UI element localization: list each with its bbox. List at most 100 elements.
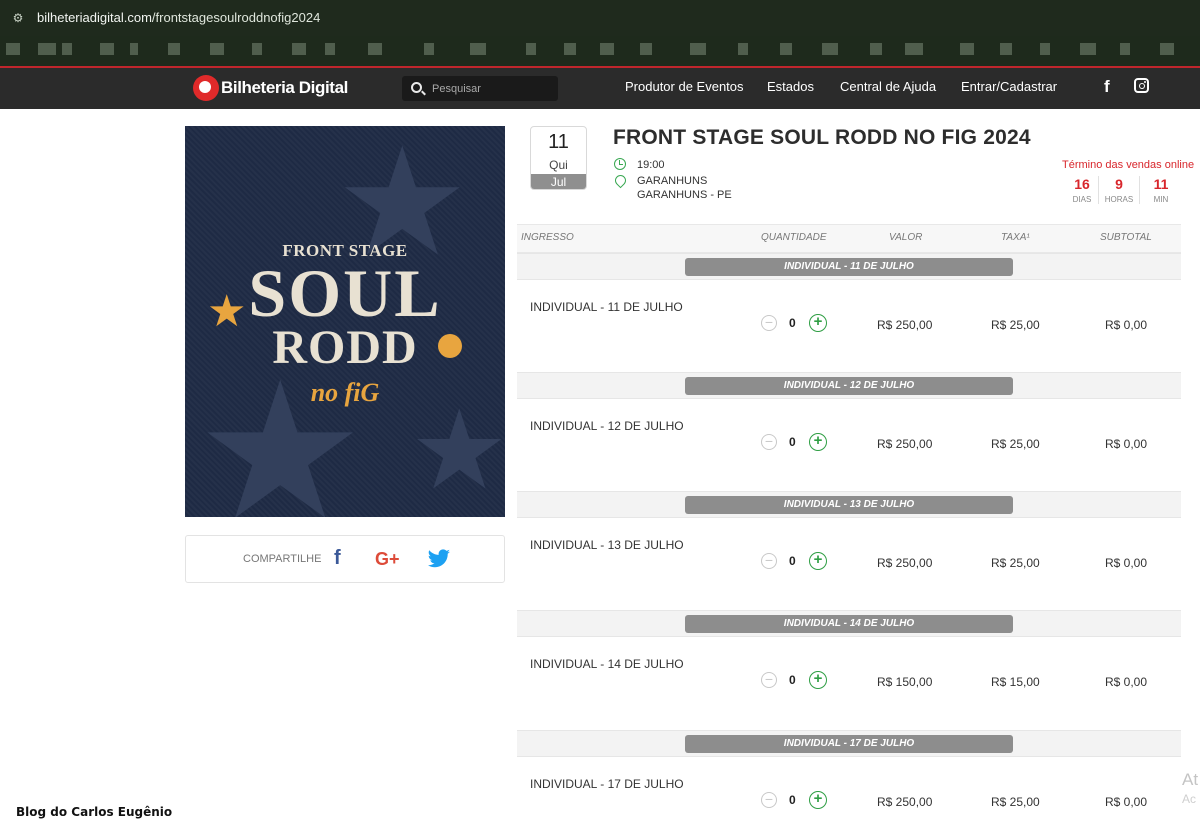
share-twitter-icon[interactable]	[427, 547, 451, 571]
quantity-value: 0	[789, 316, 796, 330]
facebook-icon[interactable]: f	[1104, 77, 1110, 97]
event-date-badge: 11 Qui Jul	[530, 126, 587, 190]
quantity-decrease-button[interactable]: −	[761, 553, 777, 569]
poster-orange-star-icon: ★	[207, 287, 247, 336]
ticket-price: R$ 250,00	[877, 437, 933, 451]
event-poster: ★ ★ ★ FRONT STAGE SOUL RODD no fiG ★	[185, 126, 505, 517]
windows-activation-text: At	[1182, 770, 1199, 789]
ticket-group-band: INDIVIDUAL - 17 DE JULHO	[517, 730, 1181, 757]
header-valor: VALOR	[889, 232, 923, 243]
share-label: COMPARTILHE	[243, 553, 322, 565]
quantity-decrease-button[interactable]: −	[761, 672, 777, 688]
nav-estados[interactable]: Estados	[767, 79, 814, 94]
ticket-group-band: INDIVIDUAL - 12 DE JULHO	[517, 372, 1181, 399]
poster-no-fig: no fiG	[310, 378, 380, 407]
ticket-group-label: INDIVIDUAL - 17 DE JULHO	[685, 735, 1013, 753]
quantity-value: 0	[789, 554, 796, 568]
map-pin-icon	[612, 172, 629, 189]
event-venue: GARANHUNS	[637, 175, 708, 187]
header-taxa: TAXA¹	[1001, 232, 1030, 243]
quantity-value: 0	[789, 793, 796, 807]
header-quantidade: QUANTIDADE	[761, 232, 827, 243]
ticket-fee: R$ 25,00	[991, 556, 1040, 570]
event-time: 19:00	[637, 159, 665, 171]
share-google-plus-icon[interactable]: G+	[375, 549, 400, 570]
event-day: 11	[548, 131, 569, 153]
event-title: FRONT STAGE SOUL RODD NO FIG 2024	[613, 126, 1031, 149]
countdown-hours-unit: HORAS	[1104, 195, 1134, 204]
event-city: GARANHUNS - PE	[637, 189, 732, 201]
ticket-fee: R$ 25,00	[991, 795, 1040, 809]
quantity-increase-button[interactable]: +	[809, 552, 827, 570]
countdown-minutes-unit: MIN	[1153, 195, 1169, 204]
url-field[interactable]: bilheteriadigital.com/frontstagesoulrodd…	[37, 10, 320, 25]
quantity-decrease-button[interactable]: −	[761, 315, 777, 331]
countdown-minutes-value: 11	[1153, 176, 1169, 192]
event-weekday: Qui	[549, 158, 568, 172]
browser-address-bar: ⚙ bilheteriadigital.com/frontstagesoulro…	[0, 0, 1200, 36]
quantity-increase-button[interactable]: +	[809, 433, 827, 451]
windows-activation-subtext: Ac	[1182, 792, 1197, 806]
bookmarks-bar-blurred	[0, 36, 1200, 66]
clock-icon	[614, 158, 626, 170]
blog-watermark: Blog do Carlos Eugênio	[16, 805, 173, 819]
ticket-subtotal: R$ 0,00	[1105, 795, 1148, 809]
ticket-group-label: INDIVIDUAL - 14 DE JULHO	[685, 615, 1013, 633]
ticket-name: INDIVIDUAL - 11 DE JULHO	[530, 300, 683, 314]
ticket-name: INDIVIDUAL - 14 DE JULHO	[530, 657, 684, 671]
quantity-decrease-button[interactable]: −	[761, 434, 777, 450]
nav-central-de-ajuda[interactable]: Central de Ajuda	[840, 79, 936, 94]
url-host: bilheteriadigital.com	[37, 10, 152, 25]
countdown-days-unit: DIAS	[1072, 195, 1092, 204]
quantity-increase-button[interactable]: +	[809, 791, 827, 809]
ticket-price: R$ 250,00	[877, 795, 933, 809]
quantity-value: 0	[789, 435, 796, 449]
quantity-decrease-button[interactable]: −	[761, 792, 777, 808]
countdown-divider	[1139, 176, 1140, 204]
quantity-increase-button[interactable]: +	[809, 314, 827, 332]
ticket-group-band: INDIVIDUAL - 11 DE JULHO	[517, 253, 1181, 280]
ticket-fee: R$ 25,00	[991, 437, 1040, 451]
ticket-name: INDIVIDUAL - 13 DE JULHO	[530, 538, 684, 552]
quantity-increase-button[interactable]: +	[809, 671, 827, 689]
ticket-table-header: INGRESSO QUANTIDADE VALOR TAXA¹ SUBTOTAL	[517, 224, 1181, 253]
ticket-group-band: INDIVIDUAL - 13 DE JULHO	[517, 491, 1181, 518]
countdown-divider	[1098, 176, 1099, 204]
share-box: COMPARTILHE f G+	[185, 535, 505, 583]
poster-orange-splat-icon	[438, 334, 462, 358]
site-info-icon[interactable]: ⚙	[10, 10, 26, 26]
logo-text: Bilheteria Digital	[221, 78, 348, 97]
ticket-name: INDIVIDUAL - 17 DE JULHO	[530, 777, 684, 791]
share-facebook-icon[interactable]: f	[334, 547, 341, 570]
ticket-subtotal: R$ 0,00	[1105, 556, 1148, 570]
instagram-icon[interactable]	[1134, 78, 1149, 93]
ticket-group-band: INDIVIDUAL - 14 DE JULHO	[517, 610, 1181, 637]
ticket-subtotal: R$ 0,00	[1105, 437, 1148, 451]
site-logo[interactable]: Bilheteria Digital	[193, 75, 348, 101]
ticket-price: R$ 150,00	[877, 675, 933, 689]
ticket-subtotal: R$ 0,00	[1105, 675, 1148, 689]
ticket-group-label: INDIVIDUAL - 13 DE JULHO	[685, 496, 1013, 514]
header-subtotal: SUBTOTAL	[1100, 232, 1152, 243]
countdown-hours-value: 9	[1115, 176, 1123, 192]
nav-entrar-cadastrar[interactable]: Entrar/Cadastrar	[961, 79, 1057, 94]
ticket-subtotal: R$ 0,00	[1105, 318, 1148, 332]
ticket-price: R$ 250,00	[877, 318, 933, 332]
search-input[interactable]	[432, 79, 552, 98]
search-icon[interactable]	[411, 82, 422, 93]
sales-end-label: Término das vendas online	[1062, 159, 1195, 171]
ticket-name: INDIVIDUAL - 12 DE JULHO	[530, 419, 684, 433]
ticket-price: R$ 250,00	[877, 556, 933, 570]
event-month: Jul	[531, 174, 586, 189]
search-box[interactable]	[402, 76, 558, 101]
ticket-group-label: INDIVIDUAL - 12 DE JULHO	[685, 377, 1013, 395]
ticket-fee: R$ 15,00	[991, 675, 1040, 689]
ticket-fee: R$ 25,00	[991, 318, 1040, 332]
nav-produtor-de-eventos[interactable]: Produtor de Eventos	[625, 79, 744, 94]
countdown-days-value: 16	[1074, 176, 1090, 192]
logo-mark-icon	[193, 75, 219, 101]
quantity-value: 0	[789, 673, 796, 687]
url-path: /frontstagesoulroddnofig2024	[151, 10, 321, 25]
site-header: Bilheteria Digital Produtor de Eventos E…	[0, 68, 1200, 109]
ticket-group-label: INDIVIDUAL - 11 DE JULHO	[685, 258, 1013, 276]
